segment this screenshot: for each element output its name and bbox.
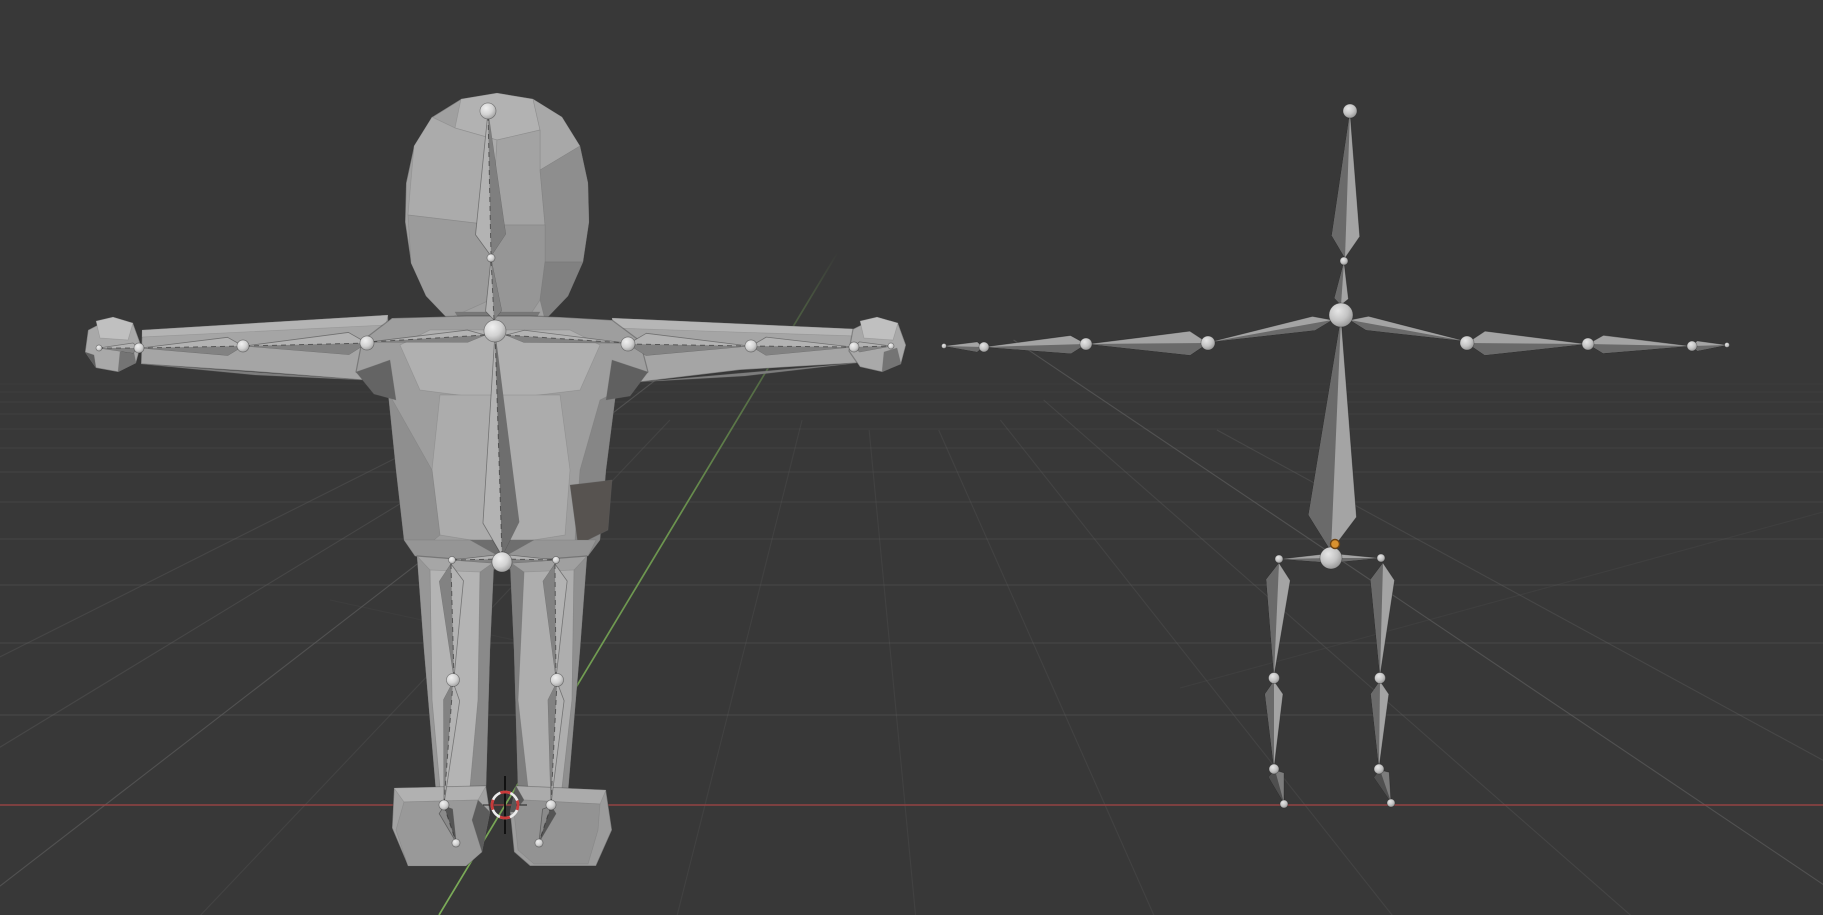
- joint-ankle-l[interactable]: [439, 800, 449, 810]
- mesh-facet-left-shoe-top: [394, 786, 486, 802]
- joint-wrist-r[interactable]: [1687, 341, 1697, 351]
- joint-shoulder-l[interactable]: [1201, 336, 1215, 350]
- joint-toe-r[interactable]: [535, 839, 543, 847]
- joint-elbow-r[interactable]: [745, 340, 757, 352]
- joint-hip-r[interactable]: [553, 557, 560, 564]
- joint-shoulder-r[interactable]: [621, 337, 635, 351]
- mesh-facet-left-shoe-front: [396, 800, 482, 866]
- joint-knee-r[interactable]: [551, 674, 564, 687]
- joint-elbow-r[interactable]: [1582, 338, 1594, 350]
- joint-hand-tip-r[interactable]: [1725, 343, 1730, 348]
- object-origin-dot[interactable]: [1331, 540, 1340, 549]
- joint-hip-l[interactable]: [449, 557, 456, 564]
- joint-elbow-l[interactable]: [1080, 338, 1092, 350]
- joint-toe-l[interactable]: [452, 839, 460, 847]
- joint-hip-l[interactable]: [1275, 555, 1283, 563]
- joint-pelvis[interactable]: [1320, 547, 1342, 569]
- joint-hand-tip-r[interactable]: [888, 343, 894, 349]
- joint-ankle-r[interactable]: [546, 800, 556, 810]
- joint-shoulder-r[interactable]: [1460, 336, 1474, 350]
- joint-chest[interactable]: [484, 320, 506, 342]
- joint-toe-l[interactable]: [1280, 800, 1288, 808]
- joint-head-top[interactable]: [1343, 104, 1357, 118]
- joint-hand-tip-l[interactable]: [942, 344, 947, 349]
- joint-head-top[interactable]: [480, 103, 496, 119]
- joint-ankle-r[interactable]: [1374, 764, 1384, 774]
- joint-shoulder-l[interactable]: [360, 336, 374, 350]
- joint-knee-r[interactable]: [1375, 673, 1386, 684]
- mesh-facet-right-shoe-front: [514, 800, 600, 864]
- joint-hand-tip-l[interactable]: [96, 345, 102, 351]
- joint-toe-r[interactable]: [1387, 799, 1395, 807]
- joint-knee-l[interactable]: [1269, 673, 1280, 684]
- joint-knee-l[interactable]: [447, 674, 460, 687]
- joint-pelvis[interactable]: [492, 552, 512, 572]
- joint-wrist-l[interactable]: [134, 343, 144, 353]
- joint-hip-r[interactable]: [1377, 554, 1385, 562]
- joint-wrist-l[interactable]: [979, 342, 989, 352]
- viewport-canvas[interactable]: [0, 0, 1823, 915]
- joint-wrist-r[interactable]: [849, 342, 859, 352]
- joint-ankle-l[interactable]: [1269, 764, 1279, 774]
- joint-neck[interactable]: [1340, 257, 1348, 265]
- joint-chest[interactable]: [1329, 303, 1353, 327]
- joint-elbow-l[interactable]: [237, 340, 249, 352]
- joint-neck[interactable]: [487, 254, 495, 262]
- blender-3d-viewport[interactable]: [0, 0, 1823, 915]
- viewport-background: [0, 0, 1823, 915]
